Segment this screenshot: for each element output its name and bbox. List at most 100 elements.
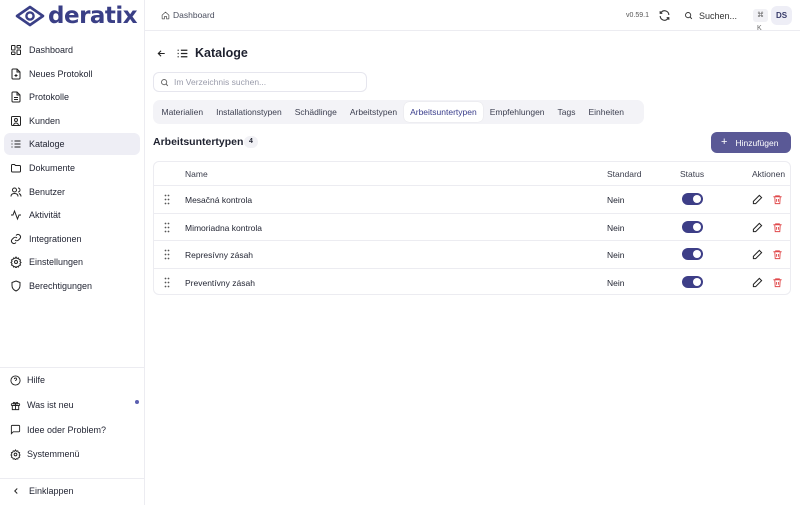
row-name: Mesačná kontrola <box>185 195 253 205</box>
drag-handle-icon[interactable] <box>164 277 170 288</box>
tab-arbeitstypen[interactable]: Arbeitstypen <box>343 102 403 122</box>
drag-handle-icon[interactable] <box>164 222 170 233</box>
tab-installationstypen[interactable]: Installationstypen <box>210 102 289 122</box>
sidebar-item-dokumente[interactable]: Dokumente <box>4 157 140 179</box>
tab-arbeitsuntertypen[interactable]: Arbeitsuntertypen <box>403 102 484 122</box>
sidebar-item-berechtigungen[interactable]: Berechtigungen <box>4 275 140 297</box>
sidebar-item-label: Idee oder Problem? <box>27 424 107 435</box>
sidebar-item-label: Einstellungen <box>29 257 84 268</box>
page-title: Kataloge <box>195 46 248 60</box>
refresh-icon[interactable] <box>658 9 671 22</box>
tab-materialien[interactable]: Materialien <box>155 102 210 122</box>
subtypes-table: Name Standard Status Aktionen Mesačná ko… <box>153 161 791 295</box>
sidebar-item-aktivitaet[interactable]: Aktivität <box>4 204 140 226</box>
avatar[interactable]: DS <box>771 6 792 25</box>
table-row[interactable]: Represívny zásah Nein <box>154 241 790 269</box>
sidebar-nav: Dashboard Neues Protokoll Protokolle Kun… <box>4 39 140 299</box>
plus-icon: + <box>721 136 728 148</box>
section-title: Arbeitsuntertypen <box>153 136 244 148</box>
settings-icon <box>10 256 22 269</box>
global-search-label: Suchen... <box>699 10 738 21</box>
sidebar-item-dashboard[interactable]: Dashboard <box>4 39 140 61</box>
table-row[interactable]: Mesačná kontrola Nein <box>154 186 790 214</box>
sidebar-item-einstellungen[interactable]: Einstellungen <box>4 251 140 273</box>
row-standard: Nein <box>607 195 625 205</box>
top-header: Dashboard v0.59.1 Suchen... ⌘ K DS <box>145 0 800 32</box>
users-icon <box>10 187 22 197</box>
column-header-actions: Aktionen <box>752 169 786 179</box>
tab-einheiten[interactable]: Einheiten <box>582 102 630 122</box>
sidebar-item-protokolle[interactable]: Protokolle <box>4 86 140 108</box>
status-toggle[interactable] <box>682 220 703 233</box>
row-standard: Nein <box>607 222 625 233</box>
settings-icon <box>10 448 21 460</box>
pencil-icon[interactable] <box>752 249 763 260</box>
sidebar-item-hilfe[interactable]: Hilfe <box>0 368 144 393</box>
brand-logo[interactable]: deratix <box>15 3 138 29</box>
tab-schaedlinge[interactable]: Schädlinge <box>288 102 343 122</box>
search-icon <box>685 12 693 20</box>
sidebar-item-label: Neues Protokoll <box>29 68 93 79</box>
sidebar-item-kataloge[interactable]: Kataloge <box>4 133 140 156</box>
help-circle-icon <box>10 375 21 386</box>
folder-icon <box>11 163 21 173</box>
collapse-label: Einklappen <box>29 486 74 496</box>
sidebar-item-benutzer[interactable]: Benutzer <box>4 181 140 203</box>
tab-empfehlungen[interactable]: Empfehlungen <box>483 102 551 122</box>
link-icon <box>11 233 21 244</box>
trash-icon[interactable] <box>772 194 783 205</box>
sidebar-footer: Hilfe Was ist neu Idee oder Problem? Sys… <box>0 367 144 467</box>
breadcrumb[interactable]: Dashboard <box>161 10 215 20</box>
logo-mark-icon <box>15 5 45 27</box>
sidebar-item-neues-protokoll[interactable]: Neues Protokoll <box>4 63 140 85</box>
sidebar-item-was-ist-neu[interactable]: Was ist neu <box>0 393 144 418</box>
sidebar-item-label: Kunden <box>29 115 61 126</box>
sidebar-item-label: Kataloge <box>29 139 65 150</box>
table-row[interactable]: Preventívny zásah Nein <box>154 269 790 295</box>
add-button-label: Hinzufügen <box>735 137 779 148</box>
global-search-button[interactable]: Suchen... ⌘ K <box>678 6 768 32</box>
breadcrumb-label: Dashboard <box>173 10 215 20</box>
home-icon <box>161 11 170 19</box>
sidebar-item-label: Berechtigungen <box>29 280 93 291</box>
tab-tags[interactable]: Tags <box>551 102 582 122</box>
column-header-standard[interactable]: Standard <box>607 169 642 179</box>
table-row[interactable]: Mimoriadna kontrola Nein <box>154 214 790 241</box>
collapse-sidebar-button[interactable]: Einklappen <box>0 478 144 503</box>
trash-icon[interactable] <box>772 249 783 260</box>
sidebar: deratix Dashboard Neues Protokoll Protok… <box>0 0 145 505</box>
pencil-icon[interactable] <box>752 222 763 233</box>
status-toggle[interactable] <box>682 248 703 260</box>
sidebar-item-integrationen[interactable]: Integrationen <box>4 228 140 250</box>
add-button[interactable]: + Hinzufügen <box>711 132 791 153</box>
shortcut-badge: ⌘ K <box>753 9 768 32</box>
sidebar-item-kunden[interactable]: Kunden <box>4 110 140 132</box>
drag-handle-icon[interactable] <box>164 194 170 205</box>
status-toggle[interactable] <box>682 193 703 205</box>
shield-icon <box>11 280 21 292</box>
arrow-left-icon[interactable] <box>156 48 167 59</box>
trash-icon[interactable] <box>772 222 783 233</box>
sidebar-item-idee-oder-problem[interactable]: Idee oder Problem? <box>0 417 144 442</box>
column-header-name[interactable]: Name <box>185 169 208 179</box>
file-text-icon <box>11 91 21 103</box>
sidebar-item-label: Aktivität <box>29 210 61 221</box>
count-badge: 4 <box>244 136 258 148</box>
sidebar-item-systemmenue[interactable]: Systemmenü <box>0 442 144 467</box>
user-icon <box>11 115 21 126</box>
trash-icon[interactable] <box>772 277 783 288</box>
directory-search-input[interactable] <box>174 77 354 87</box>
gift-icon <box>10 401 21 410</box>
list-icon <box>11 140 21 148</box>
status-toggle[interactable] <box>682 275 703 288</box>
sidebar-item-label: Benutzer <box>29 186 66 197</box>
row-name: Mimoriadna kontrola <box>185 222 263 233</box>
brand-name: deratix <box>48 3 138 29</box>
message-icon <box>10 425 21 435</box>
directory-search <box>153 72 367 92</box>
column-header-status[interactable]: Status <box>680 169 704 179</box>
pencil-icon[interactable] <box>752 277 763 288</box>
drag-handle-icon[interactable] <box>164 249 170 260</box>
row-standard: Nein <box>607 277 625 288</box>
pencil-icon[interactable] <box>752 194 763 205</box>
